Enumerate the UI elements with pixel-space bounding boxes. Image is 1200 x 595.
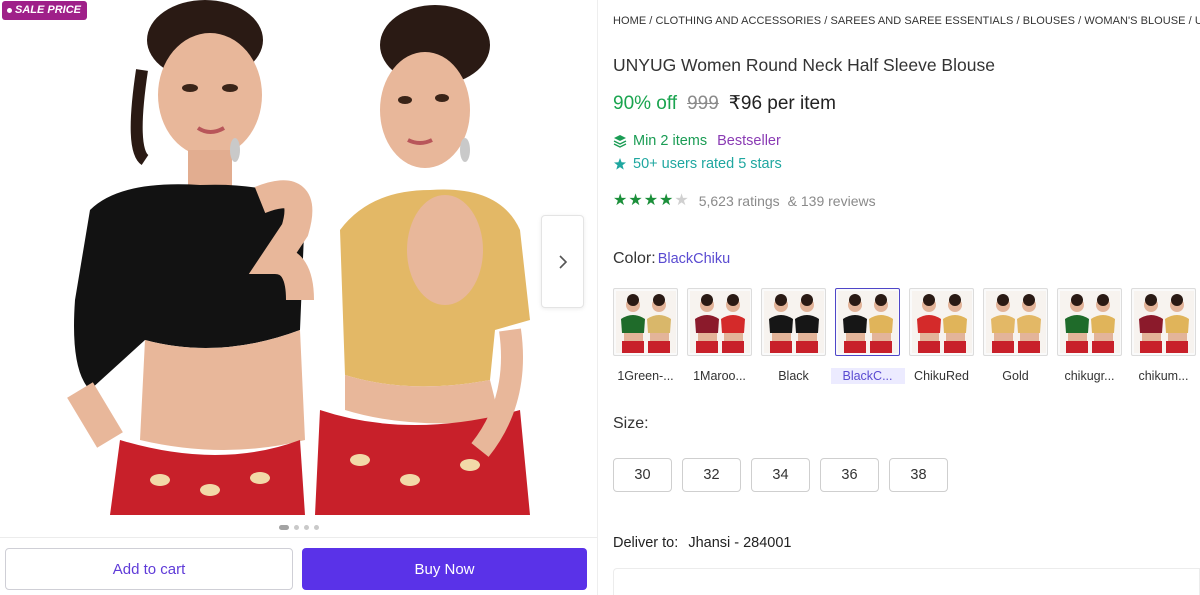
- color-swatch-label: 1Maroo...: [693, 369, 746, 383]
- delivery-row: Deliver to: Jhansi - 284001: [613, 535, 792, 551]
- color-swatch-list: 1Green-... 1Maroo... Black BlackC... ChikuRe…: [613, 288, 1196, 384]
- star-icon: ★: [628, 192, 643, 209]
- layers-icon: [613, 135, 627, 148]
- product-title: UNYUG Women Round Neck Half Sleeve Blous…: [613, 55, 995, 75]
- color-label: Color:: [613, 250, 656, 267]
- discount-percent: 90% off: [613, 93, 678, 114]
- black-blouse-thumbnail: [761, 288, 826, 356]
- add-to-cart-button[interactable]: Add to cart: [5, 548, 293, 590]
- selected-color: BlackChiku: [657, 251, 731, 267]
- star-icon: ★: [674, 192, 689, 209]
- green-blouse-thumbnail: [613, 288, 678, 356]
- carousel-dot[interactable]: [293, 525, 299, 530]
- users-rated-text: 50+ users rated 5 stars: [633, 156, 782, 172]
- color-swatch[interactable]: ChikuRed: [909, 288, 974, 384]
- color-swatch[interactable]: Black: [761, 288, 826, 384]
- product-gallery: SALE PRICE Add to cart Buy Now: [0, 0, 597, 595]
- reviews-count: & 139 reviews: [787, 193, 876, 209]
- carousel-dot[interactable]: [278, 525, 289, 530]
- size-option-30[interactable]: 30: [613, 458, 672, 492]
- buy-now-button[interactable]: Buy Now: [302, 548, 587, 590]
- color-swatch[interactable]: chikum...: [1131, 288, 1196, 384]
- color-swatch-label: BlackC...: [830, 368, 905, 384]
- color-swatch-label: Black: [778, 369, 809, 383]
- original-price: 999: [687, 93, 719, 114]
- color-swatch-label: chikum...: [1138, 369, 1189, 383]
- chevron-right-icon: [558, 254, 567, 269]
- bestseller-tag: Bestseller: [717, 133, 781, 149]
- divider: [0, 537, 597, 538]
- users-rated-row: 50+ users rated 5 stars: [613, 156, 782, 172]
- breadcrumb[interactable]: HOME / CLOTHING AND ACCESSORIES / SAREES…: [613, 15, 1200, 27]
- black-chiku-blouse-thumbnail: [835, 288, 900, 356]
- star-icon: ★: [613, 192, 628, 209]
- chiku-red-blouse-thumbnail: [909, 288, 974, 356]
- color-swatch-label: Gold: [1002, 369, 1029, 383]
- carousel-dot[interactable]: [303, 525, 309, 530]
- carousel-dot[interactable]: [313, 525, 319, 530]
- price-row: 90% off 999 ₹96 per item: [613, 92, 836, 115]
- size-option-38[interactable]: 38: [889, 458, 948, 492]
- gold-blouse-thumbnail: [983, 288, 1048, 356]
- color-swatch[interactable]: 1Green-...: [613, 288, 678, 384]
- blouse-models-illustration: [50, 0, 540, 515]
- size-option-36[interactable]: 36: [820, 458, 879, 492]
- sparkle-star-icon: [614, 158, 626, 170]
- star-rating: ★ ★ ★ ★ ★: [613, 192, 689, 210]
- ratings-count: 5,623 ratings: [698, 193, 780, 209]
- min-items-text: Min 2 items: [633, 133, 708, 149]
- color-swatch-label: 1Green-...: [617, 369, 674, 383]
- carousel-dots: [0, 525, 597, 530]
- star-icon: ★: [659, 192, 674, 209]
- rating-row[interactable]: ★ ★ ★ ★ ★ 5,623 ratings & 139 reviews: [613, 192, 876, 210]
- min-items-row: Min 2 items Bestseller: [613, 133, 781, 149]
- sale-price: ₹96 per item: [728, 93, 836, 114]
- maroon-red-blouse-thumbnail: [687, 288, 752, 356]
- color-swatch-label: ChikuRed: [914, 369, 969, 383]
- product-hero-image[interactable]: [50, 0, 540, 515]
- size-option-34[interactable]: 34: [751, 458, 810, 492]
- sale-price-label: SALE PRICE: [15, 4, 82, 16]
- size-options: 30 32 34 36 38: [613, 458, 948, 492]
- chiku-maroon-blouse-thumbnail: [1131, 288, 1196, 356]
- color-label-row: Color: BlackChiku: [613, 250, 730, 268]
- product-details: HOME / CLOTHING AND ACCESSORIES / SAREES…: [598, 0, 1200, 595]
- sale-price-badge: SALE PRICE: [2, 1, 88, 20]
- delivery-location[interactable]: Jhansi - 284001: [688, 535, 791, 551]
- chiku-green-blouse-thumbnail: [1057, 288, 1122, 356]
- size-label: Size:: [613, 415, 649, 432]
- star-icon: ★: [643, 192, 659, 209]
- next-image-button[interactable]: [541, 215, 584, 308]
- color-swatch[interactable]: BlackC...: [830, 288, 905, 384]
- color-swatch-label: chikugr...: [1064, 369, 1115, 383]
- deliver-label: Deliver to:: [613, 535, 679, 551]
- color-swatch[interactable]: 1Maroo...: [687, 288, 752, 384]
- color-swatch[interactable]: Gold: [983, 288, 1048, 384]
- size-option-32[interactable]: 32: [682, 458, 741, 492]
- delivery-details-box: [613, 568, 1200, 595]
- sale-dot-icon: [7, 8, 12, 13]
- color-swatch[interactable]: chikugr...: [1057, 288, 1122, 384]
